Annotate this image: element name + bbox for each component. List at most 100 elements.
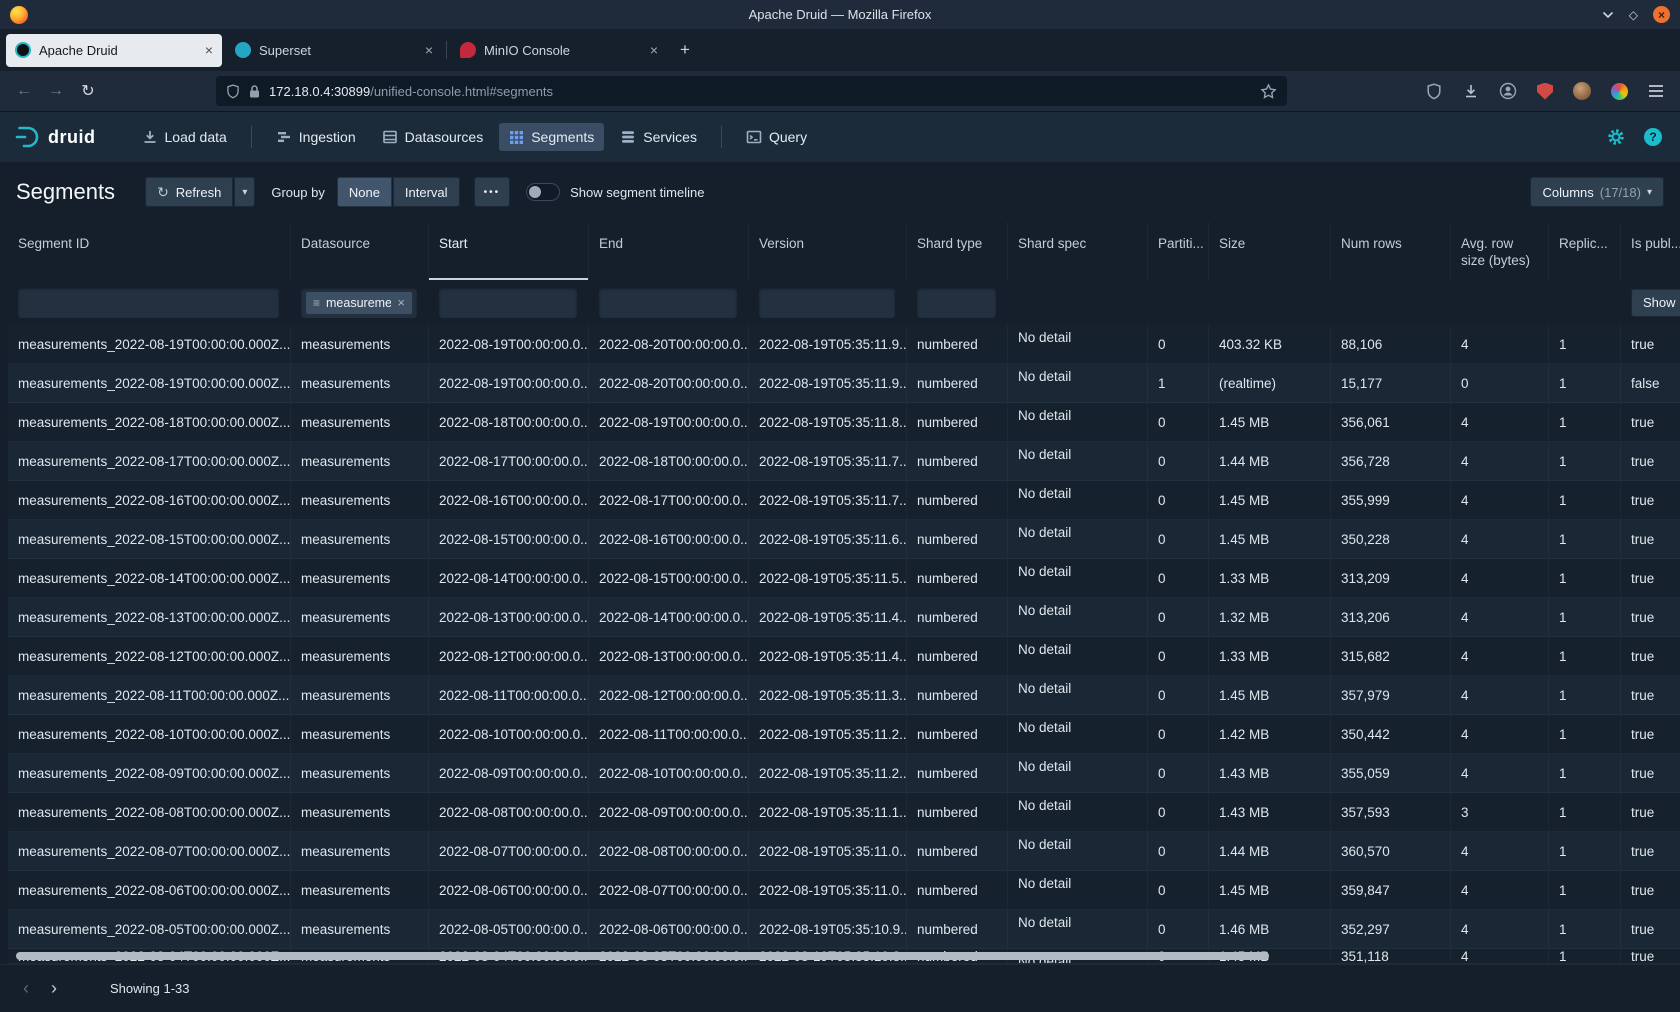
nav-query[interactable]: Query (736, 123, 817, 151)
table-row[interactable]: measurements_2022-08-09T00:00:00.000Z...… (8, 754, 1680, 793)
profile-avatar-icon[interactable] (1568, 77, 1596, 105)
table-row[interactable]: measurements_2022-08-05T00:00:00.000Z...… (8, 910, 1680, 949)
table-row[interactable]: measurements_2022-08-12T00:00:00.000Z...… (8, 637, 1680, 676)
segment-id-filter-input[interactable] (18, 288, 279, 318)
column-header-size[interactable]: Size (1209, 222, 1331, 280)
druid-logo-icon[interactable] (14, 124, 40, 150)
tab-apache-druid[interactable]: Apache Druid × (6, 34, 222, 67)
nav-label: Query (769, 129, 807, 145)
bookmark-star-icon[interactable] (1260, 83, 1277, 100)
cell-replication: 1 (1549, 520, 1621, 558)
cell-datasource: measurements (291, 832, 429, 870)
cell-replication: 1 (1549, 325, 1621, 363)
druid-brand[interactable]: druid (48, 127, 96, 148)
tab-close-icon[interactable]: × (425, 42, 433, 58)
column-header-avg-row-size[interactable]: Avg. row size (bytes) (1451, 222, 1549, 280)
column-header-datasource[interactable]: Datasource (291, 222, 429, 280)
version-filter-input[interactable] (759, 288, 895, 318)
window-controls: ◇ × (1602, 6, 1670, 23)
shard-type-filter-input[interactable] (917, 288, 996, 318)
cell-datasource: measurements (291, 442, 429, 480)
remove-filter-icon[interactable]: × (397, 295, 405, 310)
cell-datasource: measurements (291, 481, 429, 519)
table-row[interactable]: measurements_2022-08-19T00:00:00.000Z...… (8, 364, 1680, 403)
tracking-protection-icon[interactable] (226, 84, 240, 99)
shield-icon[interactable] (1420, 77, 1448, 105)
table-row[interactable]: measurements_2022-08-07T00:00:00.000Z...… (8, 832, 1680, 871)
nav-segments[interactable]: Segments (499, 123, 604, 151)
next-page-button[interactable]: › (40, 975, 68, 1003)
url-bar[interactable]: 172.18.0.4:30899/unified-console.html#se… (216, 76, 1287, 106)
column-header-partition[interactable]: Partiti... (1148, 222, 1209, 280)
table-row[interactable]: measurements_2022-08-10T00:00:00.000Z...… (8, 715, 1680, 754)
menu-icon[interactable] (1642, 77, 1670, 105)
back-button[interactable]: ← (8, 75, 40, 107)
table-row[interactable]: measurements_2022-08-06T00:00:00.000Z...… (8, 871, 1680, 910)
previous-page-button[interactable]: ‹ (12, 975, 40, 1003)
nav-load-data[interactable]: Load data (132, 123, 237, 151)
help-icon[interactable]: ? (1644, 128, 1662, 146)
forward-button[interactable]: → (40, 75, 72, 107)
extension-pinwheel-icon[interactable] (1605, 77, 1633, 105)
window-close-button[interactable]: × (1653, 6, 1670, 23)
column-header-end[interactable]: End (589, 222, 749, 280)
table-row[interactable]: measurements_2022-08-19T00:00:00.000Z...… (8, 325, 1680, 364)
is-published-filter-button[interactable]: Show (1631, 289, 1680, 317)
tab-close-icon[interactable]: × (650, 42, 658, 58)
cell-is-published: true (1621, 676, 1680, 714)
column-header-num-rows[interactable]: Num rows (1331, 222, 1451, 280)
table-row[interactable]: measurements_2022-08-11T00:00:00.000Z...… (8, 676, 1680, 715)
horizontal-scrollbar[interactable] (16, 952, 1269, 960)
nav-services[interactable]: Services (610, 123, 707, 151)
refresh-button[interactable]: ↻ Refresh (145, 177, 233, 207)
column-header-is-published[interactable]: Is publ... (1621, 222, 1680, 280)
account-icon[interactable] (1494, 77, 1522, 105)
column-header-shard-spec[interactable]: Shard spec (1008, 222, 1148, 280)
end-filter-input[interactable] (599, 288, 737, 318)
table-row[interactable]: measurements_2022-08-08T00:00:00.000Z...… (8, 793, 1680, 832)
table-row[interactable]: measurements_2022-08-13T00:00:00.000Z...… (8, 598, 1680, 637)
cell-avg-row-size: 0 (1451, 364, 1549, 402)
tab-minio-console[interactable]: MinIO Console × (451, 34, 667, 67)
datasource-filter-tag[interactable]: ≡ measurements × (306, 292, 412, 314)
tab-close-icon[interactable]: × (205, 42, 213, 58)
window-maximize-button[interactable]: ◇ (1629, 8, 1638, 22)
columns-button[interactable]: Columns (17/18) ▾ (1530, 177, 1664, 207)
table-row[interactable]: measurements_2022-08-18T00:00:00.000Z...… (8, 403, 1680, 442)
column-header-start[interactable]: Start (429, 222, 589, 280)
new-tab-button[interactable]: + (671, 36, 699, 64)
nav-label: Datasources (405, 129, 484, 145)
start-filter-input[interactable] (439, 288, 577, 318)
datasource-filter-input[interactable]: ≡ measurements × (301, 288, 417, 318)
column-header-shard-type[interactable]: Shard type (907, 222, 1008, 280)
lock-icon[interactable] (248, 84, 261, 99)
more-options-button[interactable]: ••• (474, 177, 511, 207)
table-filter-row: ≡ measurements × Show (8, 280, 1680, 325)
table-row[interactable]: measurements_2022-08-16T00:00:00.000Z...… (8, 481, 1680, 520)
cell-shard-spec: No detail (1008, 910, 1148, 948)
column-header-replication[interactable]: Replic... (1549, 222, 1621, 280)
nav-datasources[interactable]: Datasources (372, 123, 494, 151)
column-header-version[interactable]: Version (749, 222, 907, 280)
group-by-none-button[interactable]: None (337, 177, 392, 207)
table-row[interactable]: measurements_2022-08-15T00:00:00.000Z...… (8, 520, 1680, 559)
cell-shard-spec: No detail (1008, 871, 1148, 909)
downloads-icon[interactable] (1457, 77, 1485, 105)
cell-shard-spec: No detail (1008, 793, 1148, 831)
url-text[interactable]: 172.18.0.4:30899/unified-console.html#se… (269, 84, 1252, 99)
cell-segment-id: measurements_2022-08-18T00:00:00.000Z... (8, 403, 291, 441)
refresh-dropdown-button[interactable]: ▾ (234, 177, 255, 207)
window-minimize-button[interactable] (1602, 11, 1614, 19)
table-row[interactable]: measurements_2022-08-17T00:00:00.000Z...… (8, 442, 1680, 481)
table-row[interactable]: measurements_2022-08-14T00:00:00.000Z...… (8, 559, 1680, 598)
tab-superset[interactable]: Superset × (226, 34, 442, 67)
reload-button[interactable]: ↻ (72, 75, 104, 107)
cell-avg-row-size: 4 (1451, 442, 1549, 480)
ublock-icon[interactable] (1531, 77, 1559, 105)
nav-ingestion[interactable]: Ingestion (266, 123, 366, 151)
page-title: Segments (16, 179, 115, 205)
column-header-segment-id[interactable]: Segment ID (8, 222, 291, 280)
segment-timeline-toggle[interactable] (526, 183, 560, 201)
settings-gear-icon[interactable] (1606, 127, 1626, 147)
group-by-interval-button[interactable]: Interval (393, 177, 460, 207)
